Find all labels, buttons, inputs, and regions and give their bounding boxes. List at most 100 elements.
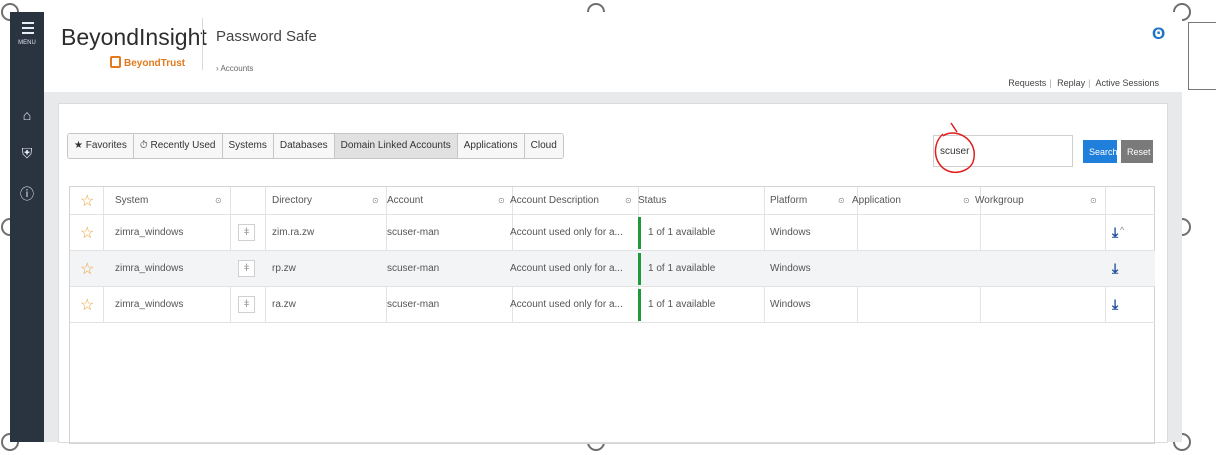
favorite-star-icon[interactable]: ☆ bbox=[80, 215, 94, 250]
cell-status: 1 of 1 available bbox=[648, 227, 716, 238]
active-sessions-link[interactable]: Active Sessions bbox=[1095, 78, 1159, 88]
status-indicator bbox=[638, 289, 641, 321]
clock-icon: ⏱ bbox=[139, 140, 148, 151]
favorite-star-icon[interactable]: ☆ bbox=[80, 287, 94, 322]
download-icon[interactable]: ⤓ bbox=[1112, 287, 1118, 322]
tab-bar: ★ Favorites ⏱ Recently Used Systems Data… bbox=[67, 133, 564, 159]
status-cell: 1 of 1 available bbox=[638, 215, 764, 250]
star-icon: ★ bbox=[74, 140, 83, 151]
status-cell: 1 of 1 available bbox=[638, 251, 764, 286]
header: BeyondInsight BeyondTrust Password Safe … bbox=[44, 12, 1182, 92]
tab-favorites[interactable]: ★ Favorites bbox=[68, 134, 134, 158]
cell-directory: rp.zw bbox=[272, 263, 296, 274]
module-title: Password Safe bbox=[216, 28, 317, 45]
cell-description: Account used only for a... bbox=[510, 299, 623, 310]
pin-icon[interactable]: ǂ bbox=[238, 296, 255, 313]
filter-workgroup-icon[interactable]: ⊙ bbox=[1090, 187, 1097, 214]
brand-sub-text: BeyondTrust bbox=[124, 58, 186, 69]
header-account[interactable]: Account bbox=[387, 187, 423, 214]
table-header-row: ☆ System ⊙ Directory ⊙ Account ⊙ Account… bbox=[70, 187, 1155, 215]
pin-cell: ǂ bbox=[238, 215, 255, 250]
filter-platform-icon[interactable]: ⊙ bbox=[838, 187, 845, 214]
tab-applications[interactable]: Applications bbox=[457, 134, 525, 158]
user-icon[interactable]: ʘ bbox=[1152, 24, 1165, 44]
pin-cell: ǂ bbox=[238, 251, 255, 286]
tab-domain-linked-accounts[interactable]: Domain Linked Accounts bbox=[334, 134, 458, 158]
favorite-star-icon[interactable]: ☆ bbox=[80, 251, 94, 286]
sidebar: MENU ⌂ ⛨ ⓘ bbox=[10, 12, 44, 442]
download-icon[interactable]: ⤓ bbox=[1112, 215, 1118, 250]
accounts-panel: ★ Favorites ⏱ Recently Used Systems Data… bbox=[58, 103, 1168, 444]
cell-platform: Windows bbox=[770, 227, 811, 238]
cell-system: zimra_windows bbox=[115, 263, 184, 274]
cell-description: Account used only for a... bbox=[510, 263, 623, 274]
header-account-description[interactable]: Account Description bbox=[510, 187, 599, 214]
pin-cell: ǂ bbox=[238, 287, 255, 322]
tab-label: Applications bbox=[463, 140, 518, 151]
breadcrumb-accounts[interactable]: Accounts bbox=[220, 64, 253, 73]
cell-directory: zim.ra.zw bbox=[272, 227, 315, 238]
cell-account: scuser-man bbox=[387, 299, 440, 310]
reset-button[interactable]: Reset bbox=[1121, 140, 1153, 163]
home-icon[interactable]: ⌂ bbox=[10, 107, 44, 123]
cell-platform: Windows bbox=[770, 263, 811, 274]
filter-system-icon[interactable]: ⊙ bbox=[215, 187, 222, 214]
brand-title: BeyondInsight bbox=[61, 24, 207, 50]
cell-directory: ra.zw bbox=[272, 299, 296, 310]
table-row[interactable]: ☆ zimra_windows ǂ ra.zw scuser-man Accou… bbox=[70, 287, 1155, 323]
tab-systems[interactable]: Systems bbox=[222, 134, 274, 158]
red-annotation-circle bbox=[934, 122, 975, 174]
menu-icon[interactable] bbox=[22, 22, 34, 37]
shield-icon[interactable]: ⛨ bbox=[10, 145, 44, 162]
header-divider bbox=[202, 18, 203, 70]
cell-account: scuser-man bbox=[387, 227, 440, 238]
tab-label: Recently Used bbox=[150, 140, 216, 151]
status-indicator bbox=[638, 253, 641, 285]
brand-sub-logo: BeyondTrust bbox=[110, 56, 185, 69]
status-indicator bbox=[638, 217, 641, 249]
tab-label: Systems bbox=[228, 140, 267, 151]
menu-label: MENU bbox=[18, 40, 36, 46]
tab-label: Favorites bbox=[85, 140, 127, 151]
replay-link[interactable]: Replay bbox=[1057, 78, 1085, 88]
tab-recently-used[interactable]: ⏱ Recently Used bbox=[133, 134, 223, 158]
beyondtrust-logo-icon bbox=[110, 56, 121, 68]
cell-system: zimra_windows bbox=[115, 227, 184, 238]
header-status[interactable]: Status bbox=[638, 187, 666, 214]
top-links: Requests | Replay | Active Sessions bbox=[1008, 78, 1159, 88]
header-application[interactable]: Application bbox=[852, 187, 901, 214]
table-row[interactable]: ☆ zimra_windows ǂ zim.ra.zw scuser-man A… bbox=[70, 215, 1155, 251]
tab-label: Cloud bbox=[530, 140, 557, 151]
table-row[interactable]: ☆ zimra_windows ǂ rp.zw scuser-man Accou… bbox=[70, 251, 1155, 287]
search-button[interactable]: Search bbox=[1083, 140, 1118, 163]
pin-icon[interactable]: ǂ bbox=[238, 224, 255, 241]
tab-databases[interactable]: Databases bbox=[273, 134, 335, 158]
cell-account: scuser-man bbox=[387, 263, 440, 274]
layout-options-box[interactable] bbox=[1188, 22, 1216, 90]
filter-account-icon[interactable]: ⊙ bbox=[498, 187, 505, 214]
header-favorite-star-icon[interactable]: ☆ bbox=[80, 187, 94, 214]
main-content: BeyondInsight BeyondTrust Password Safe … bbox=[44, 12, 1182, 444]
pin-icon[interactable]: ǂ bbox=[238, 260, 255, 277]
cell-description: Account used only for a... bbox=[510, 227, 623, 238]
header-system[interactable]: System bbox=[115, 187, 148, 214]
header-directory[interactable]: Directory bbox=[272, 187, 312, 214]
filter-application-icon[interactable]: ⊙ bbox=[963, 187, 970, 214]
tab-label: Domain Linked Accounts bbox=[340, 140, 451, 151]
status-cell: 1 of 1 available bbox=[638, 287, 764, 322]
cell-status: 1 of 1 available bbox=[648, 263, 716, 274]
header-platform[interactable]: Platform bbox=[770, 187, 807, 214]
filter-description-icon[interactable]: ⊙ bbox=[625, 187, 632, 214]
cell-platform: Windows bbox=[770, 299, 811, 310]
cell-status: 1 of 1 available bbox=[648, 299, 716, 310]
requests-link[interactable]: Requests bbox=[1008, 78, 1046, 88]
filter-directory-icon[interactable]: ⊙ bbox=[372, 187, 379, 214]
info-icon[interactable]: ⓘ bbox=[10, 184, 44, 204]
tab-cloud[interactable]: Cloud bbox=[524, 134, 563, 158]
header-workgroup[interactable]: Workgroup bbox=[975, 187, 1024, 214]
accounts-grid: ☆ System ⊙ Directory ⊙ Account ⊙ Account… bbox=[69, 186, 1155, 444]
scroll-up-icon[interactable]: ^ bbox=[1120, 225, 1124, 235]
cell-system: zimra_windows bbox=[115, 299, 184, 310]
tab-label: Databases bbox=[279, 140, 328, 151]
download-icon[interactable]: ⤓ bbox=[1112, 251, 1118, 286]
